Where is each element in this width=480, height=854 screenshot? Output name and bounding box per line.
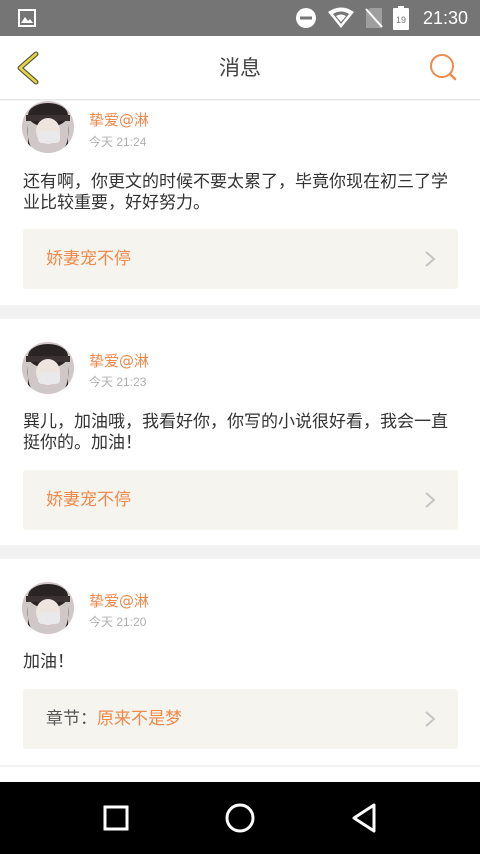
navigation-bar [0, 782, 480, 854]
chevron-right-icon [425, 492, 436, 508]
message-card: 挚爱@淋 今天 21:23 巽儿，加油哦，我看好你，你写的小说很好看，我会一直挺… [0, 319, 480, 545]
header-bar: 消息 [0, 36, 480, 100]
message-time: 今天 21:24 [89, 135, 147, 149]
clock: 21:30 [422, 7, 468, 28]
message-content: 加油！ [23, 652, 74, 672]
search-icon[interactable] [428, 52, 460, 84]
status-bar: 19 21:30 [0, 0, 480, 36]
message-time: 今天 21:23 [89, 375, 147, 389]
username[interactable]: 挚爱@淋 [89, 109, 149, 130]
book-title: 娇妻宠不停 [46, 249, 131, 269]
message-time: 今天 21:20 [89, 615, 147, 629]
triangle-back-icon[interactable] [346, 800, 382, 836]
avatar[interactable] [22, 582, 74, 634]
chapter-title: 章节：原来不是梦 [46, 709, 182, 729]
avatar[interactable] [22, 342, 74, 394]
chevron-right-icon [425, 251, 436, 267]
message-content: 还有啊，你更文的时候不要太累了，毕竟你现在初三了学业比较重要，好好努力。 [23, 172, 448, 213]
image-icon [18, 9, 36, 27]
book-link[interactable]: 娇妻宠不停 [23, 229, 458, 289]
message-card: 挚爱@淋 今天 21:24 还有啊，你更文的时候不要太累了，毕竟你现在初三了学业… [0, 101, 480, 305]
message-card: 挚爱@淋 今天 21:20 加油！ 章节：原来不是梦 [0, 559, 480, 765]
avatar[interactable] [22, 101, 74, 153]
battery-level: 19 [396, 15, 406, 25]
book-title: 娇妻宠不停 [46, 490, 131, 510]
message-card [0, 767, 480, 782]
username[interactable]: 挚爱@淋 [89, 590, 149, 611]
battery-icon: 19 [392, 6, 409, 30]
wifi-icon [327, 7, 354, 28]
square-icon[interactable] [98, 800, 134, 836]
page-title: 消息 [219, 56, 261, 80]
circle-icon[interactable] [222, 800, 258, 836]
do-not-disturb-icon [295, 8, 316, 28]
message-list[interactable]: 挚爱@淋 今天 21:24 还有啊，你更文的时候不要太累了，毕竟你现在初三了学业… [0, 101, 480, 782]
chevron-right-icon [425, 711, 436, 727]
book-link[interactable]: 娇妻宠不停 [23, 470, 458, 530]
username[interactable]: 挚爱@淋 [89, 350, 149, 371]
no-sim-icon [365, 8, 383, 28]
message-content: 巽儿，加油哦，我看好你，你写的小说很好看，我会一直挺你的。加油！ [23, 412, 448, 453]
chapter-link[interactable]: 章节：原来不是梦 [23, 689, 458, 749]
